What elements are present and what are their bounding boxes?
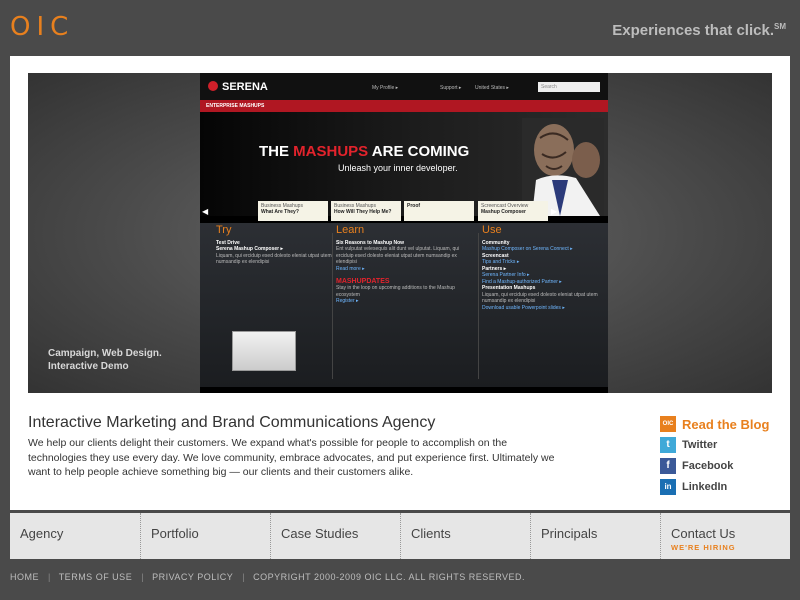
serena-logo-icon — [208, 81, 218, 91]
tagline: Experiences that click.SM — [612, 22, 786, 39]
serena-tab-3: Proof — [404, 201, 474, 221]
tabs-prev-arrow: ◀ — [202, 207, 209, 216]
social-links: OIC Read the Blog t Twitter f Facebook in Li… — [660, 414, 769, 498]
column-use: Use Community Mashup Composer on Serena … — [482, 224, 612, 311]
oic-logo[interactable]: OIC — [10, 12, 74, 42]
nav-contact-label: Contact Us — [671, 526, 736, 541]
main-nav: Agency Portfolio Case Studies Clients Pr… — [10, 513, 790, 559]
headline-post: ARE COMING — [368, 143, 470, 160]
footer-separator: | — [141, 572, 145, 582]
serena-header: SERENA My Profile ▸ Support ▸ United Sta… — [200, 73, 608, 100]
try-line-3: Liquam, qui erciduip esed dolesto elenia… — [216, 252, 332, 266]
serena-tab-4: Screencast Overview Mashup Composer — [478, 201, 548, 221]
learn-mashupdates: MASHUPDATES — [336, 277, 390, 285]
hero-caption-line-2: Interactive Demo — [48, 361, 129, 372]
footer-copyright: COPYRIGHT 2000-2009 OIC LLC. ALL RIGHTS … — [253, 572, 526, 582]
linkedin-icon: in — [660, 479, 676, 495]
hero-showcase[interactable]: SERENA My Profile ▸ Support ▸ United Sta… — [28, 73, 772, 393]
footer-home-link[interactable]: HOME — [10, 572, 39, 582]
nav-contact-us[interactable]: Contact Us WE'RE HIRING — [660, 513, 790, 559]
twitter-label: Twitter — [682, 439, 718, 451]
twitter-icon: t — [660, 437, 676, 453]
column-learn: Learn Six Reasons to Mashup Now Ent vulp… — [336, 224, 466, 305]
tab-4-bottom: Mashup Composer — [481, 209, 527, 215]
hero-caption: Campaign, Web Design. Interactive Demo — [48, 347, 162, 373]
serena-section-bar: ENTERPRISE MASHUPS — [200, 100, 608, 112]
read-blog-link[interactable]: OIC Read the Blog — [660, 414, 769, 434]
tab-2-bottom: How Will They Help Me? — [334, 209, 392, 215]
serena-tabs: ◀ Business Mashups What Are They? Busines… — [200, 201, 608, 221]
hiring-badge[interactable]: WE'RE HIRING — [671, 543, 780, 552]
column-divider — [332, 233, 333, 379]
column-use-title: Use — [482, 224, 502, 236]
serena-nav-support: Support ▸ — [440, 85, 462, 91]
serena-tab-2: Business Mashups How Will They Help Me? — [331, 201, 401, 221]
serena-nav-country: United States ▸ — [475, 85, 509, 91]
nav-clients[interactable]: Clients — [400, 513, 530, 559]
tagline-text: Experiences that click. — [612, 22, 774, 39]
intro-body: We help our clients delight their custom… — [28, 437, 555, 478]
footer-privacy-link[interactable]: PRIVACY POLICY — [152, 572, 233, 582]
footer-terms-link[interactable]: TERMS OF USE — [59, 572, 133, 582]
nav-principals[interactable]: Principals — [530, 513, 660, 559]
serena-columns: Try Test Drive Serena Mashup Composer ▸ … — [200, 223, 608, 387]
tab-3-bottom: Proof — [407, 203, 421, 209]
serena-tab-1: Business Mashups What Are They? — [258, 201, 328, 221]
tab-1-bottom: What Are They? — [261, 209, 299, 215]
facebook-link[interactable]: f Facebook — [660, 456, 769, 476]
serena-nav-profile: My Profile ▸ — [372, 85, 399, 91]
learn-register: Register ▸ — [336, 298, 359, 304]
headline-red: MASHUPS — [293, 143, 369, 160]
column-learn-title: Learn — [336, 224, 365, 236]
serena-site-screenshot[interactable]: SERENA My Profile ▸ Support ▸ United Sta… — [200, 73, 608, 393]
banner-headline: THE MASHUPS ARE COMING — [259, 143, 469, 160]
use-line-10: Download usable Powerpoint slides ▸ — [482, 304, 565, 311]
service-mark: SM — [774, 22, 786, 31]
composer-screenshot — [232, 331, 296, 371]
column-try-title: Try — [216, 224, 232, 236]
nav-portfolio[interactable]: Portfolio — [140, 513, 270, 559]
footer: HOME | TERMS OF USE | PRIVACY POLICY | COPY… — [10, 572, 529, 582]
banner-subhead: Unleash your inner developer. — [338, 163, 458, 173]
serena-logo: SERENA — [208, 81, 268, 93]
footer-separator: | — [48, 572, 51, 582]
oic-blog-icon: OIC — [660, 416, 676, 432]
column-divider — [478, 233, 479, 379]
learn-line-2: Ent vulputat velesequis alit dunt vel ul… — [336, 246, 460, 265]
intro-title: Interactive Marketing and Brand Communic… — [28, 414, 436, 431]
column-try: Try Test Drive Serena Mashup Composer ▸ … — [216, 224, 346, 371]
serena-logo-text: SERENA — [222, 81, 268, 93]
content-panel: SERENA My Profile ▸ Support ▸ United Sta… — [10, 56, 790, 510]
facebook-label: Facebook — [682, 460, 734, 472]
headline-pre: THE — [259, 143, 294, 160]
tabs-next-arrow: ▶ — [551, 207, 558, 216]
read-blog-label: Read the Blog — [682, 416, 770, 432]
serena-search-field: Search — [538, 82, 600, 92]
nav-case-studies[interactable]: Case Studies — [270, 513, 400, 559]
use-line-9: Liquam, qui erciduip esed dolesto elenia… — [482, 291, 598, 305]
learn-read-more: Read more ▸ — [336, 265, 365, 272]
linkedin-label: LinkedIn — [682, 481, 728, 493]
hero-caption-line-1: Campaign, Web Design. — [48, 348, 162, 359]
twitter-link[interactable]: t Twitter — [660, 435, 769, 455]
nav-agency[interactable]: Agency — [10, 513, 140, 559]
linkedin-link[interactable]: in LinkedIn — [660, 477, 769, 497]
facebook-icon: f — [660, 458, 676, 474]
footer-separator: | — [242, 572, 246, 582]
learn-line-5: Stay in the loop on upcoming additions t… — [336, 285, 455, 298]
